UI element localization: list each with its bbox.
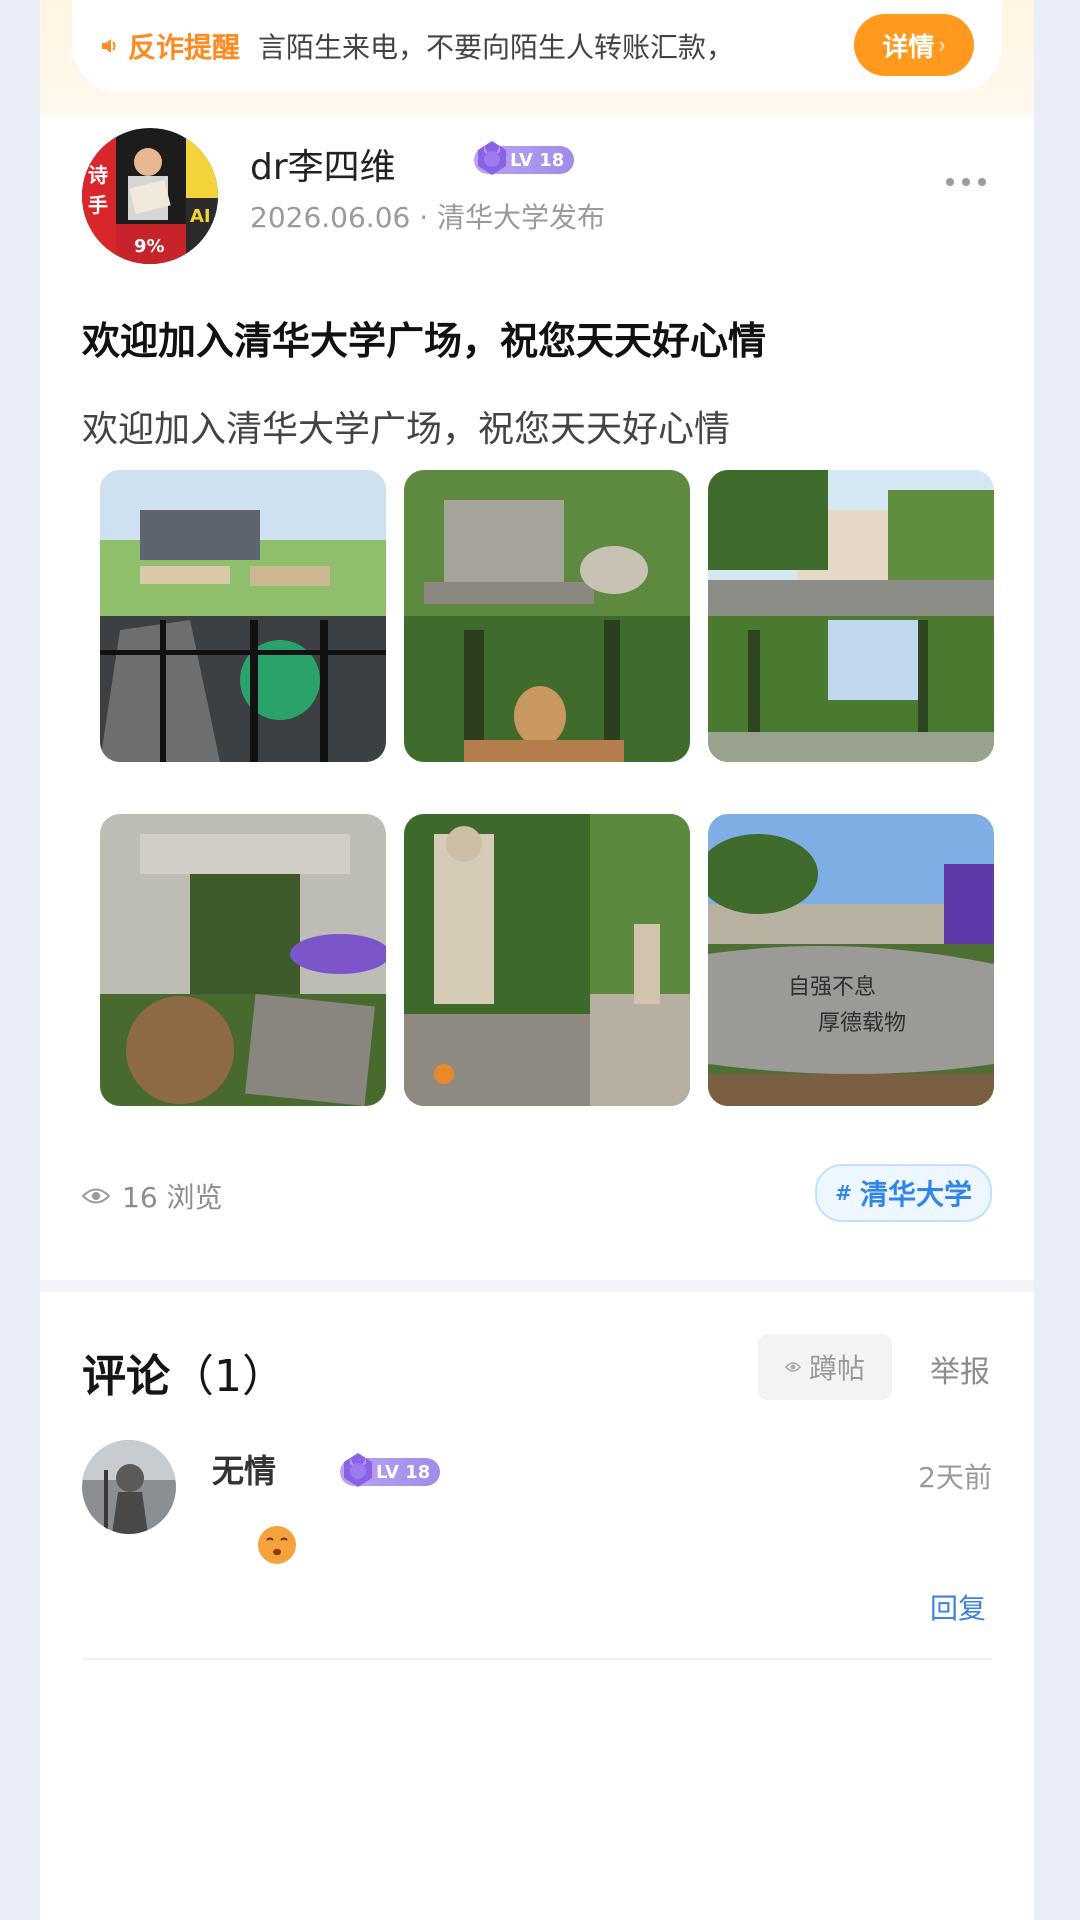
section-divider (40, 1280, 1034, 1292)
photo-campus-collage-1[interactable] (100, 470, 386, 762)
watch-post-label: 蹲帖 (808, 1353, 865, 1384)
chevron-right-icon: › (938, 32, 946, 57)
svg-text:诗: 诗 (88, 163, 108, 187)
photo-campus-collage-4[interactable] (100, 814, 386, 1106)
commenter-name[interactable]: 无情 (212, 1446, 276, 1492)
commenter-avatar[interactable] (82, 1440, 176, 1534)
photo-grid: 自强不息 厚德载物 (100, 470, 1000, 1106)
notice-text: 言陌生来电，不要向陌生人转账汇款， (258, 31, 735, 64)
hash-icon: # (835, 1181, 852, 1205)
author-level-badge: LV 18 (474, 141, 575, 175)
svg-text:9%: 9% (134, 236, 165, 257)
eye-icon (82, 1188, 110, 1204)
topic-tag-label: 清华大学 (859, 1178, 972, 1211)
author-avatar[interactable]: 诗 手 AI 9% (82, 128, 218, 264)
author-name[interactable]: dr李四维 (250, 138, 396, 190)
view-count: 16 浏览 (82, 1176, 223, 1216)
commenter-level-badge: LV 18 (340, 1453, 441, 1487)
comments-count: （1） (170, 1351, 286, 1402)
view-count-text: 16 浏览 (122, 1181, 223, 1214)
comment-divider (82, 1658, 992, 1660)
comment-time: 2天前 (918, 1461, 992, 1494)
notice-label: 反诈提醒 (128, 31, 241, 64)
post-detail-page: 反诈提醒 言陌生来电，不要向陌生人转账汇款， 详情 › 诗 手 AI 9% dr… (40, 0, 1034, 1920)
svg-text:AI: AI (190, 206, 211, 227)
comment-item: 无情 LV 18 2天前 回复 (82, 1440, 992, 1660)
comments-heading: 评论（1） (82, 1340, 286, 1404)
author-row: 诗 手 AI 9% dr李四维 LV 18 2026.06.06 · 清华大学发… (82, 126, 992, 266)
svg-text:手: 手 (88, 193, 108, 217)
post-body: 欢迎加入清华大学广场，祝您天天好心情 (82, 409, 731, 450)
notice-detail-button[interactable]: 详情 › (854, 14, 974, 76)
more-options-icon[interactable] (946, 178, 986, 190)
photo-campus-collage-5[interactable] (404, 814, 690, 1106)
comments-title: 评论 (82, 1351, 170, 1402)
commenter-level-text: LV 18 (376, 1461, 431, 1483)
author-level-text: LV 18 (510, 149, 565, 171)
speaker-icon (100, 37, 118, 55)
report-button[interactable]: 举报 (924, 1346, 996, 1392)
svg-text:自强不息: 自强不息 (788, 975, 876, 1000)
watch-post-button[interactable]: 蹲帖 (758, 1334, 892, 1400)
reply-button[interactable]: 回复 (924, 1586, 992, 1628)
svg-text:厚德载物: 厚德载物 (818, 1011, 906, 1036)
notice-bar[interactable]: 反诈提醒 言陌生来电，不要向陌生人转账汇款， 详情 › (72, 0, 1002, 92)
photo-campus-collage-6[interactable]: 自强不息 厚德载物 (708, 814, 994, 1106)
post-meta: 2026.06.06 · 清华大学发布 (250, 201, 606, 234)
anti-fraud-banner: 反诈提醒 言陌生来电，不要向陌生人转账汇款， 详情 › (40, 0, 1034, 116)
topic-tag[interactable]: # 清华大学 (815, 1164, 992, 1222)
level-gem-icon (344, 1453, 372, 1487)
kissing-face-icon (256, 1524, 298, 1566)
detail-button-label: 详情 (882, 31, 935, 62)
post-title: 欢迎加入清华大学广场，祝您天天好心情 (82, 319, 767, 363)
level-gem-icon (478, 141, 506, 175)
photo-campus-collage-2[interactable] (404, 470, 690, 762)
photo-campus-collage-3[interactable] (708, 470, 994, 762)
eye-icon (784, 1362, 801, 1372)
